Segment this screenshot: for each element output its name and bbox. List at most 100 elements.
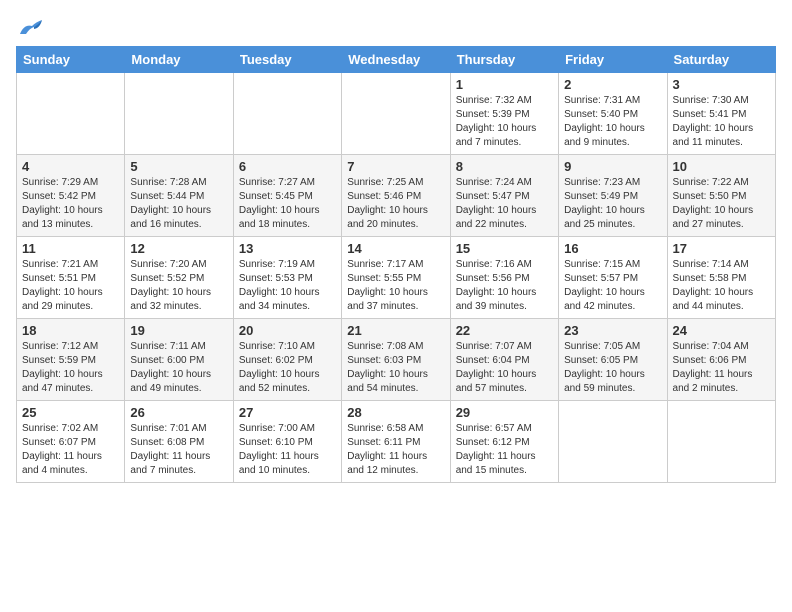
calendar-cell	[233, 73, 341, 155]
day-info: Sunrise: 7:22 AMSunset: 5:50 PMDaylight:…	[673, 176, 770, 232]
calendar-cell: 18 Sunrise: 7:12 AMSunset: 5:59 PMDayligh…	[17, 319, 125, 401]
day-number: 6	[239, 159, 336, 174]
logo-bird-icon	[16, 16, 44, 38]
logo	[16, 16, 48, 38]
day-info: Sunrise: 7:05 AMSunset: 6:05 PMDaylight:…	[564, 340, 661, 396]
calendar-cell: 19 Sunrise: 7:11 AMSunset: 6:00 PMDayligh…	[125, 319, 233, 401]
day-number: 8	[456, 159, 553, 174]
day-info: Sunrise: 7:19 AMSunset: 5:53 PMDaylight:…	[239, 258, 336, 314]
day-number: 26	[130, 405, 227, 420]
day-number: 1	[456, 77, 553, 92]
day-info: Sunrise: 7:10 AMSunset: 6:02 PMDaylight:…	[239, 340, 336, 396]
calendar-cell: 2 Sunrise: 7:31 AMSunset: 5:40 PMDaylight…	[559, 73, 667, 155]
day-info: Sunrise: 7:14 AMSunset: 5:58 PMDaylight:…	[673, 258, 770, 314]
calendar-table: SundayMondayTuesdayWednesdayThursdayFrid…	[16, 46, 776, 483]
calendar-cell: 8Sunrise: 7:24 AMSunset: 5:47 PMDaylight…	[450, 155, 558, 237]
calendar-cell: 29 Sunrise: 6:57 AMSunset: 6:12 PMDayligh…	[450, 401, 558, 483]
calendar-cell: 1 Sunrise: 7:32 AMSunset: 5:39 PMDaylight…	[450, 73, 558, 155]
day-info: Sunrise: 7:17 AMSunset: 5:55 PMDaylight:…	[347, 258, 444, 314]
day-number: 4	[22, 159, 119, 174]
day-of-week-header: Saturday	[667, 47, 775, 73]
day-number: 21	[347, 323, 444, 338]
day-number: 24	[673, 323, 770, 338]
day-number: 23	[564, 323, 661, 338]
day-number: 17	[673, 241, 770, 256]
day-info: Sunrise: 7:16 AMSunset: 5:56 PMDaylight:…	[456, 258, 553, 314]
day-of-week-header: Thursday	[450, 47, 558, 73]
day-number: 19	[130, 323, 227, 338]
calendar-cell: 14 Sunrise: 7:17 AMSunset: 5:55 PMDayligh…	[342, 237, 450, 319]
calendar-cell: 13Sunrise: 7:19 AMSunset: 5:53 PMDayligh…	[233, 237, 341, 319]
day-info: Sunrise: 7:02 AMSunset: 6:07 PMDaylight:…	[22, 422, 119, 478]
day-info: Sunrise: 7:08 AMSunset: 6:03 PMDaylight:…	[347, 340, 444, 396]
calendar-cell: 10 Sunrise: 7:22 AMSunset: 5:50 PMDayligh…	[667, 155, 775, 237]
day-info: Sunrise: 7:04 AMSunset: 6:06 PMDaylight:…	[673, 340, 770, 396]
day-of-week-header: Sunday	[17, 47, 125, 73]
day-number: 9	[564, 159, 661, 174]
day-of-week-header: Friday	[559, 47, 667, 73]
day-number: 2	[564, 77, 661, 92]
calendar-cell: 23 Sunrise: 7:05 AMSunset: 6:05 PMDayligh…	[559, 319, 667, 401]
calendar-cell: 26 Sunrise: 7:01 AMSunset: 6:08 PMDayligh…	[125, 401, 233, 483]
calendar-cell	[17, 73, 125, 155]
calendar-week-row: 25 Sunrise: 7:02 AMSunset: 6:07 PMDayligh…	[17, 401, 776, 483]
calendar-cell: 24 Sunrise: 7:04 AMSunset: 6:06 PMDayligh…	[667, 319, 775, 401]
calendar-week-row: 11 Sunrise: 7:21 AMSunset: 5:51 PMDayligh…	[17, 237, 776, 319]
day-info: Sunrise: 7:07 AMSunset: 6:04 PMDaylight:…	[456, 340, 553, 396]
calendar-cell: 20 Sunrise: 7:10 AMSunset: 6:02 PMDayligh…	[233, 319, 341, 401]
calendar-cell: 12 Sunrise: 7:20 AMSunset: 5:52 PMDayligh…	[125, 237, 233, 319]
calendar-cell: 21 Sunrise: 7:08 AMSunset: 6:03 PMDayligh…	[342, 319, 450, 401]
calendar-cell: 4 Sunrise: 7:29 AMSunset: 5:42 PMDaylight…	[17, 155, 125, 237]
day-number: 5	[130, 159, 227, 174]
day-number: 10	[673, 159, 770, 174]
calendar-cell: 6 Sunrise: 7:27 AMSunset: 5:45 PMDaylight…	[233, 155, 341, 237]
day-info: Sunrise: 7:01 AMSunset: 6:08 PMDaylight:…	[130, 422, 227, 478]
calendar-week-row: 4 Sunrise: 7:29 AMSunset: 5:42 PMDaylight…	[17, 155, 776, 237]
calendar-cell: 17 Sunrise: 7:14 AMSunset: 5:58 PMDayligh…	[667, 237, 775, 319]
day-info: Sunrise: 7:29 AMSunset: 5:42 PMDaylight:…	[22, 176, 119, 232]
day-info: Sunrise: 7:12 AMSunset: 5:59 PMDaylight:…	[22, 340, 119, 396]
calendar-cell	[125, 73, 233, 155]
day-info: Sunrise: 7:00 AMSunset: 6:10 PMDaylight:…	[239, 422, 336, 478]
day-info: Sunrise: 7:27 AMSunset: 5:45 PMDaylight:…	[239, 176, 336, 232]
calendar-cell: 28Sunrise: 6:58 AMSunset: 6:11 PMDayligh…	[342, 401, 450, 483]
calendar-cell: 3 Sunrise: 7:30 AMSunset: 5:41 PMDaylight…	[667, 73, 775, 155]
day-info: Sunrise: 7:28 AMSunset: 5:44 PMDaylight:…	[130, 176, 227, 232]
calendar-cell: 11 Sunrise: 7:21 AMSunset: 5:51 PMDayligh…	[17, 237, 125, 319]
day-info: Sunrise: 7:23 AMSunset: 5:49 PMDaylight:…	[564, 176, 661, 232]
day-info: Sunrise: 7:31 AMSunset: 5:40 PMDaylight:…	[564, 94, 661, 150]
day-of-week-header: Tuesday	[233, 47, 341, 73]
calendar-cell: 7 Sunrise: 7:25 AMSunset: 5:46 PMDaylight…	[342, 155, 450, 237]
calendar-header-row: SundayMondayTuesdayWednesdayThursdayFrid…	[17, 47, 776, 73]
day-number: 20	[239, 323, 336, 338]
calendar-cell: 22Sunrise: 7:07 AMSunset: 6:04 PMDayligh…	[450, 319, 558, 401]
calendar-cell	[342, 73, 450, 155]
day-of-week-header: Wednesday	[342, 47, 450, 73]
calendar-week-row: 18 Sunrise: 7:12 AMSunset: 5:59 PMDayligh…	[17, 319, 776, 401]
day-number: 7	[347, 159, 444, 174]
calendar-cell: 9 Sunrise: 7:23 AMSunset: 5:49 PMDaylight…	[559, 155, 667, 237]
calendar-cell: 25 Sunrise: 7:02 AMSunset: 6:07 PMDayligh…	[17, 401, 125, 483]
day-number: 11	[22, 241, 119, 256]
day-number: 29	[456, 405, 553, 420]
calendar-week-row: 1 Sunrise: 7:32 AMSunset: 5:39 PMDaylight…	[17, 73, 776, 155]
day-info: Sunrise: 6:58 AMSunset: 6:11 PMDaylight:…	[347, 422, 444, 478]
day-info: Sunrise: 6:57 AMSunset: 6:12 PMDaylight:…	[456, 422, 553, 478]
day-info: Sunrise: 7:21 AMSunset: 5:51 PMDaylight:…	[22, 258, 119, 314]
day-number: 25	[22, 405, 119, 420]
day-number: 18	[22, 323, 119, 338]
day-info: Sunrise: 7:32 AMSunset: 5:39 PMDaylight:…	[456, 94, 553, 150]
calendar-cell: 27 Sunrise: 7:00 AMSunset: 6:10 PMDayligh…	[233, 401, 341, 483]
day-number: 15	[456, 241, 553, 256]
day-info: Sunrise: 7:20 AMSunset: 5:52 PMDaylight:…	[130, 258, 227, 314]
day-number: 27	[239, 405, 336, 420]
day-number: 12	[130, 241, 227, 256]
day-info: Sunrise: 7:30 AMSunset: 5:41 PMDaylight:…	[673, 94, 770, 150]
day-number: 3	[673, 77, 770, 92]
day-number: 14	[347, 241, 444, 256]
calendar-cell: 5 Sunrise: 7:28 AMSunset: 5:44 PMDaylight…	[125, 155, 233, 237]
calendar-cell: 15 Sunrise: 7:16 AMSunset: 5:56 PMDayligh…	[450, 237, 558, 319]
day-info: Sunrise: 7:25 AMSunset: 5:46 PMDaylight:…	[347, 176, 444, 232]
calendar-cell	[667, 401, 775, 483]
day-info: Sunrise: 7:11 AMSunset: 6:00 PMDaylight:…	[130, 340, 227, 396]
